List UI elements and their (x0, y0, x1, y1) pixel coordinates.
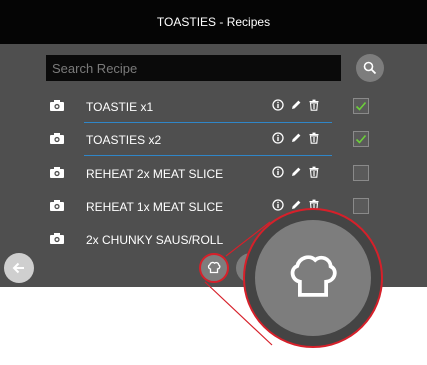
recipe-name: TOASTIES x2 (86, 133, 162, 147)
camera-icon[interactable] (50, 233, 64, 244)
recipe-name: REHEAT 1x MEAT SLICE (86, 200, 224, 214)
edit-icon[interactable] (290, 166, 302, 178)
edit-icon[interactable] (290, 99, 302, 111)
search-field[interactable] (46, 55, 341, 81)
select-checkbox[interactable] (353, 198, 369, 214)
zoom-callout (243, 208, 383, 348)
delete-icon[interactable] (308, 166, 320, 178)
list-item[interactable]: REHEAT 2x MEAT SLICE (0, 158, 427, 190)
delete-icon[interactable] (308, 132, 320, 144)
list-item[interactable]: REHEAT 1x MEAT SLICE (0, 191, 427, 223)
chef-hat-icon (207, 261, 221, 274)
chef-hat-icon (290, 255, 337, 297)
back-arrow-icon (12, 262, 24, 274)
back-button[interactable] (4, 253, 34, 283)
recipe-name: REHEAT 2x MEAT SLICE (86, 167, 224, 181)
row-divider (84, 155, 332, 156)
search-button[interactable] (356, 54, 384, 82)
recipe-name: 2x CHUNKY SAUS/ROLL (86, 233, 224, 247)
info-icon[interactable] (272, 99, 284, 111)
info-icon[interactable] (272, 166, 284, 178)
camera-icon[interactable] (50, 167, 64, 178)
zoomed-home-button (255, 220, 371, 336)
search-icon (363, 61, 377, 75)
checkmark-icon (355, 101, 367, 111)
search-input[interactable] (46, 55, 341, 81)
list-item[interactable]: TOASTIE x1 (0, 91, 427, 123)
page-title: TOASTIES - Recipes (0, 0, 427, 44)
recipes-home-button[interactable] (199, 253, 229, 283)
list-item[interactable]: TOASTIES x2 (0, 124, 427, 156)
recipe-name: TOASTIE x1 (86, 100, 154, 114)
select-checkbox[interactable] (353, 165, 369, 181)
camera-icon[interactable] (50, 133, 64, 144)
info-icon[interactable] (272, 199, 284, 211)
delete-icon[interactable] (308, 99, 320, 111)
row-divider (84, 122, 332, 123)
select-checkbox[interactable] (353, 98, 369, 114)
camera-icon[interactable] (50, 200, 64, 211)
edit-icon[interactable] (290, 132, 302, 144)
select-checkbox[interactable] (353, 131, 369, 147)
checkmark-icon (355, 134, 367, 144)
info-icon[interactable] (272, 132, 284, 144)
camera-icon[interactable] (50, 100, 64, 111)
